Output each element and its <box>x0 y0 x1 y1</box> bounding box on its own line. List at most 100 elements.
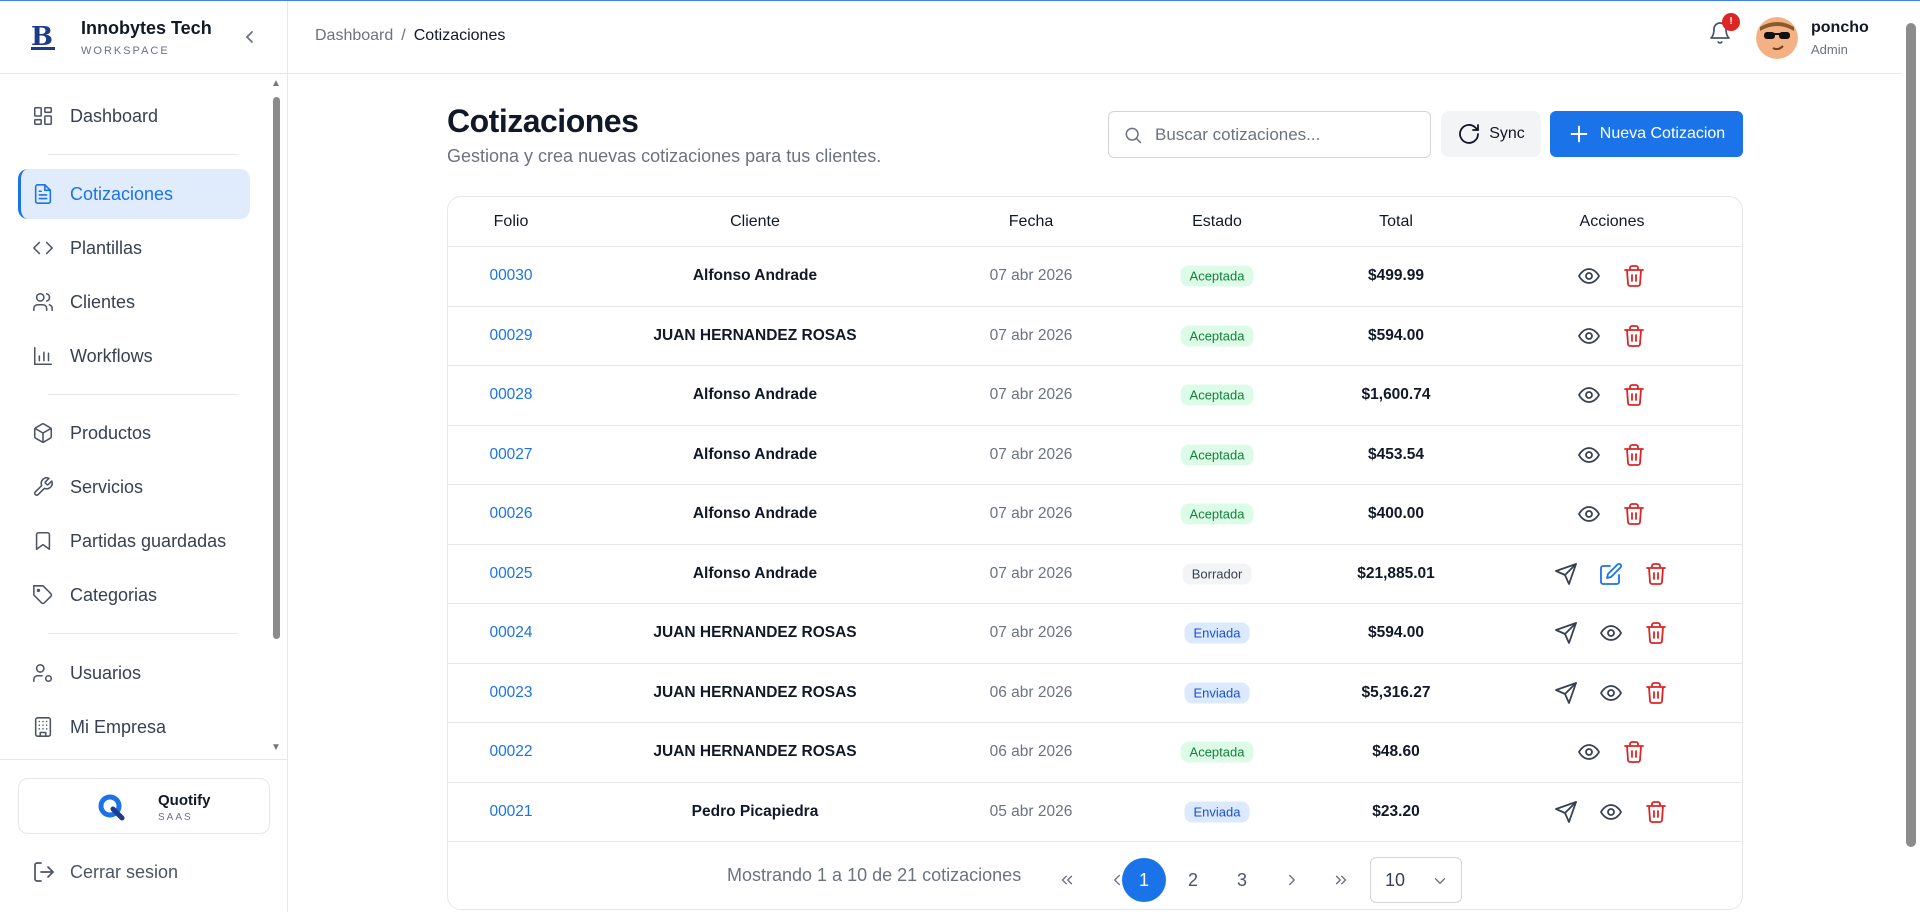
folio-link[interactable]: 00025 <box>489 565 532 583</box>
column-header-folio[interactable]: Folio <box>494 213 529 231</box>
sidebar-item-cotizaciones[interactable]: Cotizaciones <box>18 169 250 219</box>
breadcrumb-dashboard-link[interactable]: Dashboard <box>315 27 393 45</box>
view-button[interactable] <box>1577 443 1601 467</box>
fecha-cell: 07 abr 2026 <box>989 386 1073 404</box>
avatar[interactable] <box>1756 17 1798 59</box>
table-row[interactable]: 00027 Alfonso Andrade 07 abr 2026 Aceptada $… <box>448 426 1742 485</box>
status-badge: Aceptada <box>1180 325 1254 347</box>
folio-link[interactable]: 00030 <box>489 267 532 285</box>
delete-button[interactable] <box>1622 740 1646 764</box>
trash-icon <box>1646 800 1666 823</box>
sidebar-item-servicios[interactable]: Servicios <box>18 462 250 512</box>
page-button-1[interactable]: 1 <box>1122 858 1166 902</box>
folio-link[interactable]: 00023 <box>489 684 532 702</box>
view-button[interactable] <box>1599 681 1623 705</box>
view-button[interactable] <box>1599 800 1623 824</box>
view-button[interactable] <box>1599 621 1623 645</box>
search-box <box>1108 111 1431 158</box>
send-button[interactable] <box>1554 681 1578 705</box>
sidebar-item-label: Categorias <box>70 584 158 605</box>
send-button[interactable] <box>1554 562 1578 586</box>
first-page-button[interactable] <box>1045 858 1089 902</box>
sidebar-scrollbar-thumb[interactable] <box>273 97 280 639</box>
page-scrollbar-thumb[interactable] <box>1906 23 1916 847</box>
sidebar-item-label: Usuarios <box>70 662 142 683</box>
delete-button[interactable] <box>1622 324 1646 348</box>
delete-button[interactable] <box>1622 383 1646 407</box>
view-button[interactable] <box>1577 264 1601 288</box>
delete-button[interactable] <box>1644 681 1668 705</box>
folio-link[interactable]: 00028 <box>489 386 532 404</box>
sidebar-item-label: Cotizaciones <box>70 183 174 204</box>
send-icon <box>1555 681 1577 704</box>
new-quote-button[interactable]: Nueva Cotizacion <box>1550 111 1743 157</box>
next-page-button[interactable] <box>1270 858 1314 902</box>
breadcrumb-current: Cotizaciones <box>413 27 506 44</box>
table-row[interactable]: 00029 JUAN HERNANDEZ ROSAS 07 abr 2026 Acep… <box>448 307 1742 366</box>
total-cell: $48.60 <box>1372 743 1420 761</box>
cliente-cell: JUAN HERNANDEZ ROSAS <box>653 326 857 344</box>
sidebar-scroll-up-arrow[interactable]: ▲ <box>270 79 282 89</box>
page-size-select[interactable]: 10 <box>1370 857 1462 903</box>
folio-link[interactable]: 00026 <box>489 505 532 523</box>
folio-link[interactable]: 00021 <box>489 803 532 821</box>
delete-button[interactable] <box>1644 562 1668 586</box>
logout-button[interactable]: Cerrar sesion <box>32 860 178 884</box>
view-button[interactable] <box>1577 324 1601 348</box>
table-row[interactable]: 00026 Alfonso Andrade 07 abr 2026 Aceptada $… <box>448 485 1742 545</box>
edit-button[interactable] <box>1599 562 1623 586</box>
delete-button[interactable] <box>1622 443 1646 467</box>
send-button[interactable] <box>1554 800 1578 824</box>
table-row[interactable]: 00023 JUAN HERNANDEZ ROSAS 06 abr 2026 Envi… <box>448 664 1742 723</box>
sync-button[interactable]: Sync <box>1441 111 1541 157</box>
sidebar-item-categorias[interactable]: Categorias <box>18 570 250 620</box>
edit-icon <box>1600 562 1622 585</box>
brand-header: B Innobytes Tech WORKSPACE <box>0 1 288 74</box>
user-name: poncho <box>1811 19 1869 36</box>
sidebar-item-mi-empresa[interactable]: Mi Empresa <box>18 702 250 752</box>
send-button[interactable] <box>1554 621 1578 645</box>
refresh-icon <box>1459 124 1480 144</box>
trash-icon <box>1624 324 1644 347</box>
app-card[interactable]: Quotify SAAS <box>18 778 270 834</box>
sidebar-item-dashboard[interactable]: Dashboard <box>18 91 250 141</box>
sidebar-item-label: Plantillas <box>70 237 143 258</box>
view-button[interactable] <box>1577 502 1601 526</box>
folio-link[interactable]: 00024 <box>489 624 532 642</box>
sidebar-item-usuarios[interactable]: Usuarios <box>18 648 250 698</box>
page-button-2[interactable]: 2 <box>1171 858 1215 902</box>
table-row[interactable]: 00028 Alfonso Andrade 07 abr 2026 Aceptada $… <box>448 366 1742 426</box>
delete-button[interactable] <box>1644 621 1668 645</box>
sidebar-item-clientes[interactable]: Clientes <box>18 277 250 327</box>
sidebar-scroll-down-arrow[interactable]: ▼ <box>270 743 282 753</box>
delete-button[interactable] <box>1622 502 1646 526</box>
sidebar-item-workflows[interactable]: Workflows <box>18 331 250 381</box>
table-row[interactable]: 00025 Alfonso Andrade 07 abr 2026 Borrador $… <box>448 545 1742 604</box>
table-row[interactable]: 00022 JUAN HERNANDEZ ROSAS 06 abr 2026 Acep… <box>448 723 1742 783</box>
column-header-cliente[interactable]: Cliente <box>730 213 780 231</box>
table-row[interactable]: 00030 Alfonso Andrade 07 abr 2026 Aceptada $… <box>448 247 1742 307</box>
column-header-estado[interactable]: Estado <box>1192 213 1242 231</box>
delete-button[interactable] <box>1622 264 1646 288</box>
sidebar-item-partidas-guardadas[interactable]: Partidas guardadas <box>18 516 250 566</box>
sidebar-item-plantillas[interactable]: Plantillas <box>18 223 250 273</box>
view-button[interactable] <box>1577 383 1601 407</box>
sidebar-item-productos[interactable]: Productos <box>18 408 250 458</box>
page-subtitle: Gestiona y crea nuevas cotizaciones para… <box>447 146 882 166</box>
delete-button[interactable] <box>1644 800 1668 824</box>
last-page-button[interactable] <box>1319 858 1363 902</box>
page-button-3[interactable]: 3 <box>1220 858 1264 902</box>
column-header-total[interactable]: Total <box>1379 213 1413 231</box>
table-row[interactable]: 00021 Pedro Picapiedra 05 abr 2026 Enviada $… <box>448 783 1742 842</box>
folio-link[interactable]: 00027 <box>489 446 532 464</box>
fecha-cell: 07 abr 2026 <box>989 624 1073 642</box>
folio-link[interactable]: 00022 <box>489 743 532 761</box>
collapse-sidebar-button[interactable] <box>240 25 260 49</box>
folio-link[interactable]: 00029 <box>489 327 532 345</box>
column-header-fecha[interactable]: Fecha <box>1009 213 1053 231</box>
table-row[interactable]: 00024 JUAN HERNANDEZ ROSAS 07 abr 2026 Envi… <box>448 604 1742 664</box>
cliente-cell: JUAN HERNANDEZ ROSAS <box>653 683 857 701</box>
code-icon <box>33 241 53 255</box>
search-input[interactable] <box>1155 124 1415 145</box>
view-button[interactable] <box>1577 740 1601 764</box>
